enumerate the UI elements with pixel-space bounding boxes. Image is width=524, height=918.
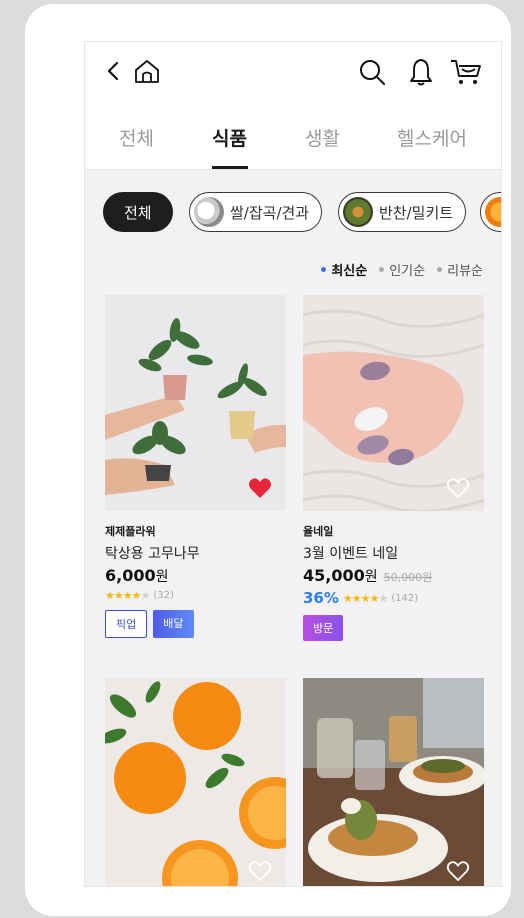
sidedish-thumbnail [343,197,373,227]
product-name: 탁상용 고무나무 [105,546,200,562]
sort-dot [321,267,327,272]
sort-reviews[interactable]: 리뷰순 [437,260,483,279]
sort-popular[interactable]: 인기순 [379,260,425,279]
chip-all[interactable]: 전체 [103,192,173,232]
badge-list: 픽업 배달 [105,610,286,638]
heart-outline-icon[interactable] [446,477,470,499]
tab-food[interactable]: 식품 [212,124,247,151]
product-price: 6,000원 [105,566,169,586]
original-price: 50,000원 [383,571,433,584]
device-frame: 전체 식품 생활 헬스케어 전체 쌀/잡곡/견과 반찬/밀키트 최신순 인기순 … [25,4,511,916]
sort-label: 최신순 [331,264,368,279]
active-tab-indicator [212,166,248,169]
chip-rice-grain-nuts[interactable]: 쌀/잡곡/견과 [189,192,323,232]
product-image[interactable] [303,295,484,511]
price-currency: 원 [364,569,378,585]
oranges-photo [105,678,286,886]
product-card[interactable] [303,678,484,886]
tab-all[interactable]: 전체 [119,124,154,151]
chip-label: 전체 [124,203,152,222]
chip-fruit[interactable] [480,192,501,232]
chip-label: 쌀/잡곡/견과 [230,203,310,222]
sort-options: 최신순 인기순 리뷰순 [321,260,483,279]
star-rating-icon: ★★★★★ [105,589,150,602]
tab-living[interactable]: 생활 [305,124,340,151]
rating-row: 36% ★★★★★ (142) [303,589,484,607]
product-image[interactable] [105,678,286,886]
bell-icon[interactable] [409,57,433,87]
review-count: (142) [391,592,419,604]
heart-outline-icon[interactable] [248,860,272,882]
sort-dot [437,267,443,272]
tab-healthcare[interactable]: 헬스케어 [397,124,467,151]
price-currency: 원 [155,569,169,585]
sort-latest[interactable]: 최신순 [321,260,367,279]
price-value: 45,000 [303,566,365,585]
pickup-badge: 픽업 [105,610,148,638]
app-screen: 전체 식품 생활 헬스케어 전체 쌀/잡곡/견과 반찬/밀키트 최신순 인기순 … [84,41,502,887]
product-price: 45,000원 [303,566,378,586]
sort-label: 인기순 [389,264,426,279]
product-image[interactable] [303,678,484,886]
search-icon[interactable] [358,58,386,86]
sort-label: 리뷰순 [447,264,483,279]
product-brand: 제제플라워 [105,525,156,538]
chip-label: 반찬/밀키트 [379,203,454,222]
product-image[interactable] [105,295,286,511]
sort-dot [379,267,385,272]
orange-thumbnail [485,197,501,227]
star-rating-icon: ★★★★★ [342,591,388,605]
product-card[interactable]: 제제플라워 탁상용 고무나무 6,000원 ★★★★★ (32) 픽업 배달 [105,295,286,638]
rating-row: ★★★★★ (32) [105,589,286,602]
rice-bowl-thumbnail [194,197,224,227]
heart-filled-icon[interactable] [248,477,272,499]
product-name: 3월 이벤트 네일 [303,546,399,562]
product-card[interactable]: 율네일 3월 이벤트 네일 45,000원 50,000원 36% ★★★★★ … [303,295,484,641]
chip-sidedish-mealkit[interactable]: 반찬/밀키트 [338,192,467,232]
chevron-left-icon[interactable] [103,60,125,82]
cart-icon[interactable] [449,58,483,86]
price-row: 45,000원 50,000원 [303,566,484,586]
price-value: 6,000 [105,566,156,585]
price-row: 6,000원 [105,566,286,586]
product-brand: 율네일 [303,525,334,538]
delivery-badge: 배달 [153,610,194,638]
product-card[interactable] [105,678,286,886]
home-icon[interactable] [133,58,161,84]
badge-list: 방문 [303,615,484,641]
discount-rate: 36% [303,589,339,607]
brunch-photo [303,678,484,886]
visit-badge: 방문 [303,615,344,641]
category-tabs: 전체 식품 생활 헬스케어 [85,124,501,170]
subcategory-chips: 전체 쌀/잡곡/견과 반찬/밀키트 [85,192,501,234]
heart-outline-icon[interactable] [446,860,470,882]
top-bar: 전체 식품 생활 헬스케어 [85,42,501,170]
review-count: (32) [153,590,174,601]
